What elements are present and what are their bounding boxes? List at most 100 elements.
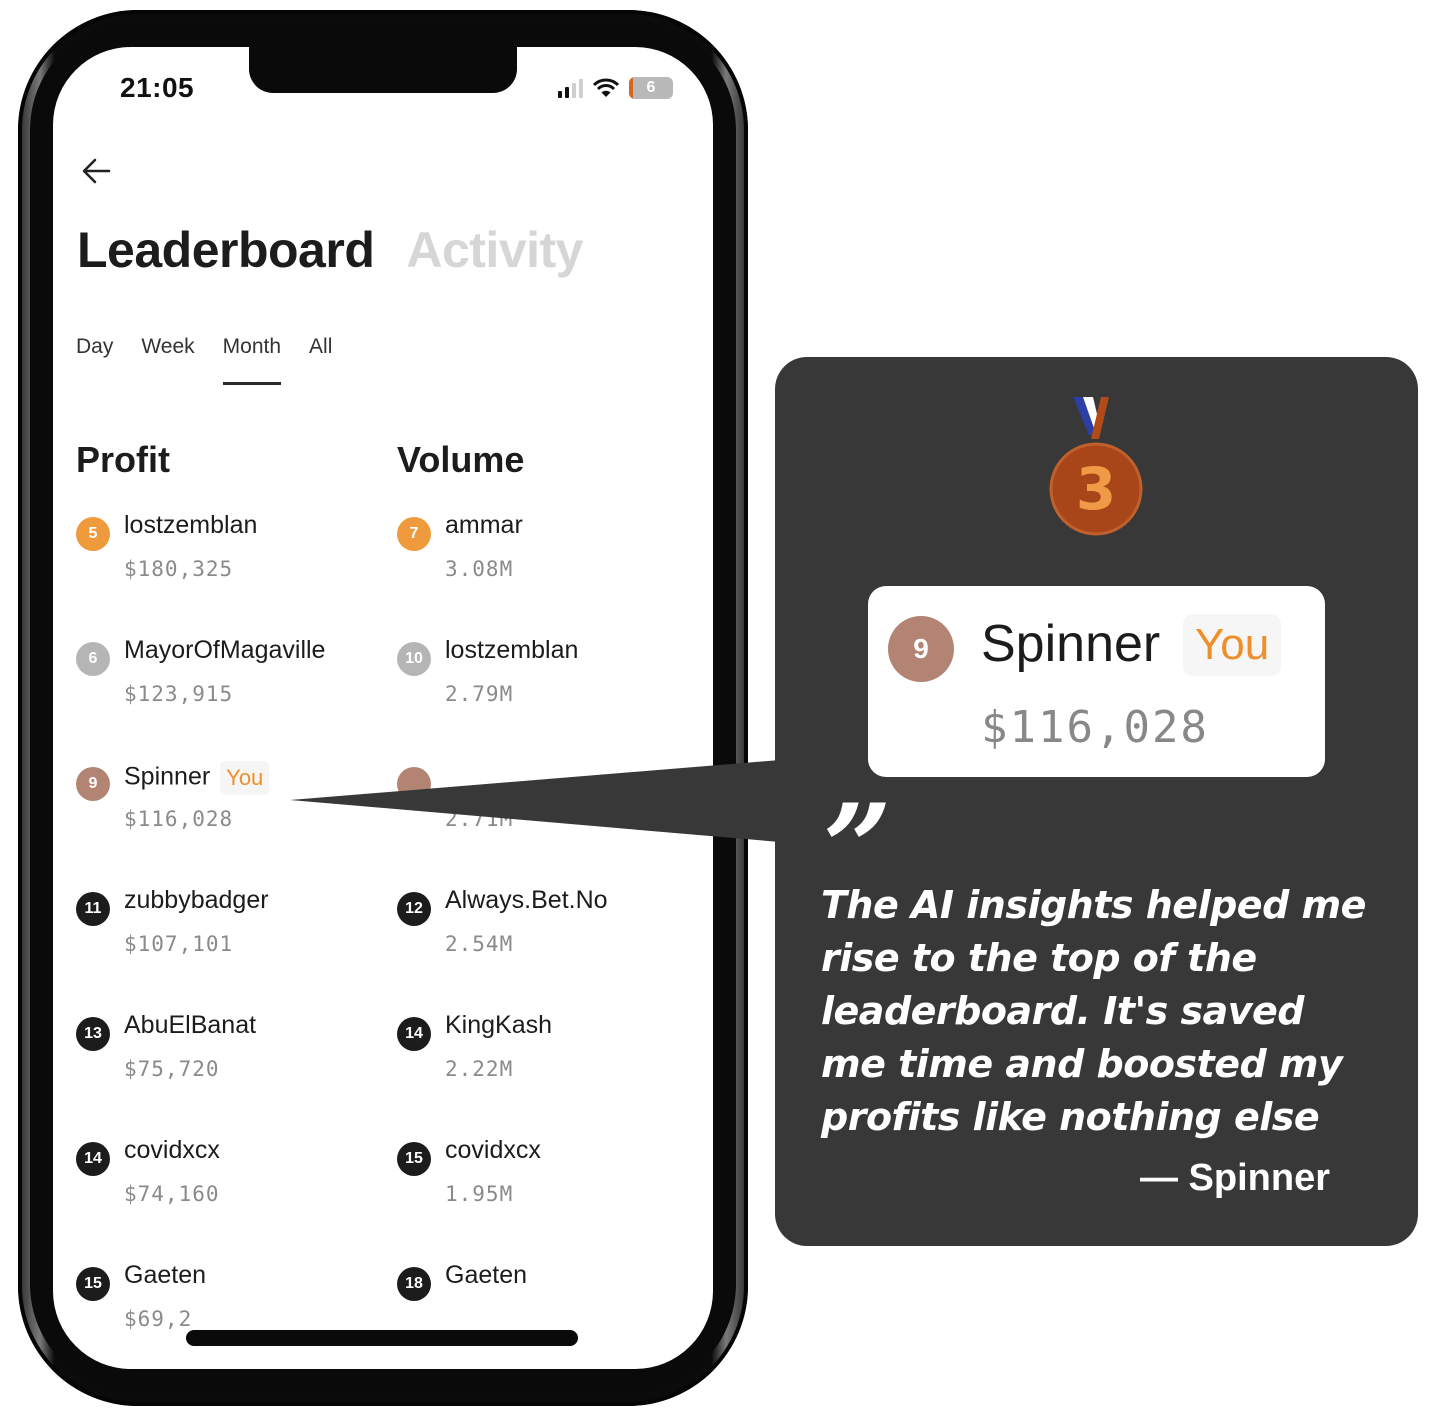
volume-value: 1.95M [445, 1182, 514, 1206]
user-name: KingKash [445, 1011, 552, 1040]
bronze-medal-icon: 3 [1049, 397, 1143, 536]
volume-column: Volume 7 ammar 3.08M 10 lostzemblan 2.79M 2.71… [397, 439, 707, 1369]
rank-badge: 6 [76, 642, 110, 676]
tab-activity[interactable]: Activity [406, 221, 583, 279]
profit-value: $116,028 [124, 807, 234, 831]
leaderboard-entry[interactable]: 12 Always.Bet.No 2.54M [397, 884, 707, 1009]
tab-week[interactable]: Week [141, 335, 194, 379]
tab-all[interactable]: All [309, 335, 332, 379]
user-name: zubbybadger [124, 886, 269, 915]
home-indicator[interactable] [186, 1330, 578, 1346]
leaderboard-entry[interactable]: 5 lostzemblan $180,325 [76, 509, 386, 634]
signal-icon [558, 78, 583, 98]
profit-value: $74,160 [124, 1182, 220, 1206]
rank-badge: 9 [888, 616, 954, 682]
user-name-text: Gaeten [124, 1261, 207, 1289]
leaderboard-entry[interactable]: 10 lostzemblan 2.79M [397, 634, 707, 759]
rank-badge: 13 [76, 1017, 110, 1051]
rank-badge: 9 [76, 767, 110, 801]
profit-value: $123,915 [124, 682, 234, 706]
wifi-icon [593, 78, 619, 97]
header-tabs: Leaderboard Activity [77, 221, 583, 279]
you-tag: You [220, 761, 270, 795]
user-name-text: AbuElBanat [124, 1011, 257, 1039]
user-name-text: ammar [445, 511, 523, 539]
tab-leaderboard[interactable]: Leaderboard [77, 221, 375, 279]
rank-badge: 12 [397, 892, 431, 926]
medal-number: 3 [1076, 455, 1116, 523]
rank-badge: 15 [397, 1142, 431, 1176]
user-name: Gaeten [124, 1261, 206, 1290]
profit-value: $107,101 [124, 932, 234, 956]
user-name-text: covidxcx [124, 1136, 220, 1164]
rank-badge [397, 767, 431, 801]
rank-badge: 14 [76, 1142, 110, 1176]
leaderboard-entry[interactable]: 18 Gaeten [397, 1259, 707, 1369]
testimonial-author: — Spinner [1139, 1157, 1330, 1199]
user-profit: $116,028 [981, 702, 1209, 753]
leaderboard-entry[interactable]: 6 MayorOfMagaville $123,915 [76, 634, 386, 759]
profit-heading: Profit [76, 439, 170, 480]
rank-badge: 14 [397, 1017, 431, 1051]
rank-badge: 10 [397, 642, 431, 676]
leaderboard-entry[interactable]: 9 Spinner You $116,028 [76, 759, 386, 884]
battery-icon: 6 [629, 77, 673, 99]
user-name: lostzemblan [124, 511, 257, 540]
featured-user-card: 9 Spinner You $116,028 [868, 586, 1325, 777]
status-time: 21:05 [120, 72, 195, 103]
rank-badge: 7 [397, 517, 431, 551]
leaderboard-entry[interactable]: 15 covidxcx 1.95M [397, 1134, 707, 1259]
user-name: Always.Bet.No [445, 886, 608, 915]
rank-badge: 15 [76, 1267, 110, 1301]
leaderboard-entry[interactable]: 15 Gaeten $69,2 [76, 1259, 386, 1369]
user-name-text: Always.Bet.No [445, 886, 608, 914]
status-icons: 6 [558, 77, 673, 99]
user-name-text: covidxcx [445, 1136, 541, 1164]
volume-value: 2.79M [445, 682, 514, 706]
user-name: Spinner [981, 615, 1161, 673]
leaderboard-entry[interactable]: 14 KingKash 2.22M [397, 1009, 707, 1134]
user-name: covidxcx [445, 1136, 541, 1165]
period-tabs: Day Week Month All [76, 335, 332, 385]
user-name: AbuElBanat [124, 1011, 256, 1040]
rank-badge: 18 [397, 1267, 431, 1301]
user-name-text: lostzemblan [445, 636, 579, 664]
volume-list: 7 ammar 3.08M 10 lostzemblan 2.79M 2.71M 12 Alwa… [397, 509, 707, 1369]
leaderboard-entry[interactable]: 2.71M [397, 759, 707, 884]
user-name: MayorOfMagaville [124, 636, 325, 665]
user-name-text: lostzemblan [124, 511, 258, 539]
user-name-text: MayorOfMagaville [124, 636, 326, 664]
profit-column: Profit 5 lostzemblan $180,325 6 MayorOfMagav… [76, 439, 386, 1369]
user-name-text: Spinner [124, 762, 211, 791]
user-name-text: Gaeten [445, 1261, 528, 1289]
volume-value: 2.22M [445, 1057, 514, 1081]
profit-list: 5 lostzemblan $180,325 6 MayorOfMagaville $12… [76, 509, 386, 1369]
user-name: covidxcx [124, 1136, 220, 1165]
user-name: Spinner You [124, 761, 270, 795]
profit-value: $69,2 [124, 1307, 193, 1331]
user-name: ammar [445, 511, 523, 540]
testimonial-quote: The AI insights helped me rise to the to… [821, 883, 1366, 1139]
tab-day[interactable]: Day [76, 335, 113, 379]
volume-value: 2.71M [445, 807, 514, 831]
rank-badge: 11 [76, 892, 110, 926]
leaderboard-entry[interactable]: 13 AbuElBanat $75,720 [76, 1009, 386, 1134]
you-tag: You [1183, 614, 1282, 676]
profit-value: $75,720 [124, 1057, 220, 1081]
user-name-text: KingKash [445, 1011, 553, 1039]
phone-screen: 21:05 6 Leaderboard Activity Day Week Mo… [53, 47, 713, 1369]
arrow-left-icon[interactable] [79, 153, 115, 189]
profit-value: $180,325 [124, 557, 234, 581]
notch [249, 47, 517, 93]
rank-badge: 5 [76, 517, 110, 551]
leaderboard-entry[interactable]: 7 ammar 3.08M [397, 509, 707, 634]
leaderboard-entry[interactable]: 14 covidxcx $74,160 [76, 1134, 386, 1259]
tab-month[interactable]: Month [222, 335, 282, 385]
volume-value: 3.08M [445, 557, 514, 581]
testimonial-card: 3 9 Spinner You $116,028 ” The AI insigh… [775, 357, 1418, 1246]
user-name: lostzemblan [445, 636, 578, 665]
user-name: Gaeten [445, 1261, 527, 1290]
volume-heading: Volume [397, 439, 525, 480]
leaderboard-entry[interactable]: 11 zubbybadger $107,101 [76, 884, 386, 1009]
volume-value: 2.54M [445, 932, 514, 956]
